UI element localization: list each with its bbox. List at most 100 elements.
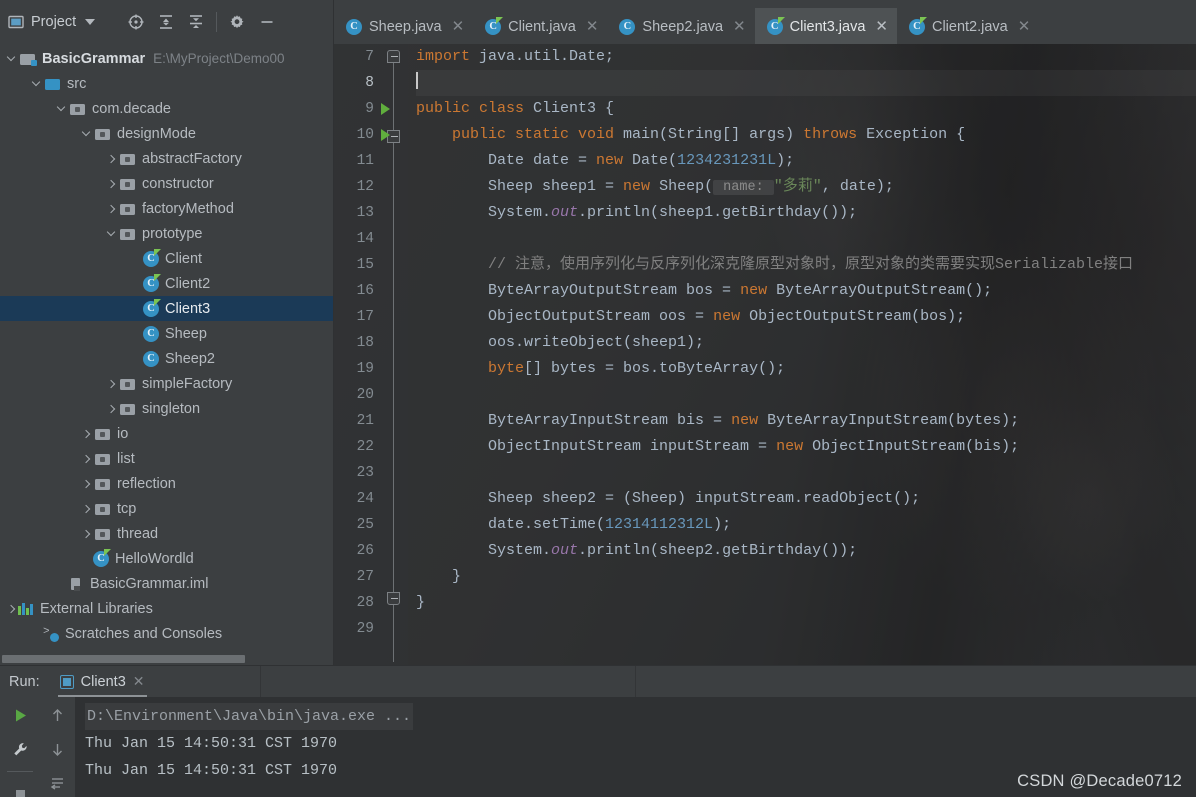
tree-item-abstractfactory[interactable]: abstractFactory (0, 146, 333, 171)
line-number[interactable]: 29 (334, 616, 380, 642)
tree-item-designmode[interactable]: designMode (0, 121, 333, 146)
code-line[interactable] (416, 70, 1196, 96)
chevron-right-icon[interactable] (79, 479, 93, 488)
tree-item-hellowordld[interactable]: C HelloWordld (0, 546, 333, 571)
code-line[interactable]: public static void main(String[] args) t… (416, 122, 1196, 148)
code-line[interactable]: oos.writeObject(sheep1); (416, 330, 1196, 356)
close-icon[interactable]: ✕ (133, 673, 145, 690)
line-number[interactable]: 23 (334, 460, 380, 486)
line-number[interactable]: 9 (334, 96, 380, 122)
tree-item-client3[interactable]: C Client3 (0, 296, 333, 321)
tree-item-scratches-and-consoles[interactable]: Scratches and Consoles (0, 621, 333, 646)
expand-all-icon[interactable] (151, 7, 181, 37)
scroll-down-button[interactable] (45, 737, 71, 761)
editor-tab-sheep2[interactable]: C Sheep2.java ✕ (607, 8, 754, 44)
code-line[interactable] (416, 460, 1196, 486)
tree-item-src[interactable]: src (0, 71, 333, 96)
chevron-down-icon[interactable] (4, 52, 18, 63)
line-number[interactable]: 25 (334, 512, 380, 538)
run-tab-client3[interactable]: Client3 ✕ (50, 666, 155, 697)
chevron-right-icon[interactable] (104, 154, 118, 163)
code-line[interactable]: public class Client3 { (416, 96, 1196, 122)
tree-item-singleton[interactable]: singleton (0, 396, 333, 421)
stop-button[interactable] (7, 782, 33, 797)
chevron-down-icon[interactable] (85, 19, 96, 25)
sidebar-horizontal-scrollbar[interactable] (0, 652, 333, 665)
chevron-right-icon[interactable] (79, 429, 93, 438)
code-line[interactable]: } (416, 564, 1196, 590)
editor-tab-sheep[interactable]: C Sheep.java ✕ (334, 8, 473, 44)
tree-item-sheep2[interactable]: C Sheep2 (0, 346, 333, 371)
code-line[interactable] (416, 382, 1196, 408)
code-text[interactable]: import java.util.Date; public class Clien… (408, 44, 1196, 665)
tree-item-client2[interactable]: C Client2 (0, 271, 333, 296)
line-number[interactable]: 22 (334, 434, 380, 460)
scroll-up-button[interactable] (45, 703, 71, 727)
code-line[interactable]: // 注意，使用序列化与反序列化深克隆原型对象时，原型对象的类需要实现Seria… (416, 252, 1196, 278)
tree-item-list[interactable]: list (0, 446, 333, 471)
fold-marker-method-end[interactable] (387, 592, 400, 605)
chevron-down-icon[interactable] (79, 127, 93, 138)
rerun-button[interactable] (7, 703, 33, 727)
run-gutter-icon[interactable] (376, 96, 394, 122)
line-number[interactable]: 27 (334, 564, 380, 590)
code-line[interactable]: byte[] bytes = bos.toByteArray(); (416, 356, 1196, 382)
code-line[interactable] (416, 226, 1196, 252)
close-icon[interactable]: ✕ (1018, 19, 1031, 34)
close-icon[interactable]: ✕ (733, 19, 746, 34)
tree-item-thread[interactable]: thread (0, 521, 333, 546)
code-line[interactable]: Date date = new Date(1234231231L); (416, 148, 1196, 174)
tree-item-io[interactable]: io (0, 421, 333, 446)
chevron-down-icon[interactable] (54, 102, 68, 113)
editor-gutter[interactable]: 7 8 9 10 11 12 13 14 15 16 17 18 19 20 21 22 23 24 25 26 27 2… (334, 44, 408, 665)
code-line[interactable]: ObjectOutputStream oos = new ObjectOutpu… (416, 304, 1196, 330)
line-number[interactable]: 14 (334, 226, 380, 252)
line-number[interactable]: 20 (334, 382, 380, 408)
chevron-right-icon[interactable] (79, 504, 93, 513)
code-line[interactable]: ByteArrayInputStream bis = new ByteArray… (416, 408, 1196, 434)
editor-tab-client2[interactable]: C Client2.java ✕ (897, 8, 1039, 44)
line-number[interactable]: 12 (334, 174, 380, 200)
line-number[interactable]: 8 (334, 70, 380, 96)
code-line[interactable]: ByteArrayOutputStream bos = new ByteArra… (416, 278, 1196, 304)
line-number[interactable]: 21 (334, 408, 380, 434)
close-icon[interactable]: ✕ (875, 19, 888, 34)
run-gutter-icon[interactable] (376, 122, 394, 148)
chevron-right-icon[interactable] (79, 529, 93, 538)
tree-item-external-libraries[interactable]: External Libraries (0, 596, 333, 621)
chevron-right-icon[interactable] (104, 404, 118, 413)
tree-item-simplefactory[interactable]: simpleFactory (0, 371, 333, 396)
line-number[interactable]: 24 (334, 486, 380, 512)
line-number[interactable]: 7 (334, 44, 380, 70)
line-number[interactable]: 15 (334, 252, 380, 278)
tree-item-constructor[interactable]: constructor (0, 171, 333, 196)
settings-wrench-button[interactable] (7, 737, 33, 761)
tree-item-basicgrammar-iml[interactable]: BasicGrammar.iml (0, 571, 333, 596)
code-line[interactable]: System.out.println(sheep2.getBirthday())… (416, 538, 1196, 564)
hide-panel-icon[interactable] (252, 7, 282, 37)
line-number[interactable]: 11 (334, 148, 380, 174)
tree-item-basicgrammar[interactable]: BasicGrammar E:\MyProject\Demo00 (0, 46, 333, 71)
editor-tab-client3[interactable]: C Client3.java ✕ (754, 8, 897, 44)
code-line[interactable]: } (416, 590, 1196, 616)
collapse-all-icon[interactable] (181, 7, 211, 37)
soft-wrap-button[interactable] (45, 771, 71, 795)
chevron-right-icon[interactable] (104, 379, 118, 388)
code-line[interactable] (416, 616, 1196, 642)
code-line[interactable]: System.out.println(sheep1.getBirthday())… (416, 200, 1196, 226)
chevron-right-icon[interactable] (4, 604, 18, 613)
line-number[interactable]: 16 (334, 278, 380, 304)
line-number[interactable]: 10 (334, 122, 380, 148)
close-icon[interactable]: ✕ (452, 19, 465, 34)
line-number[interactable]: 26 (334, 538, 380, 564)
chevron-right-icon[interactable] (104, 179, 118, 188)
project-tree[interactable]: BasicGrammar E:\MyProject\Demo00 src com.de… (0, 44, 333, 652)
line-number[interactable]: 28 (334, 590, 380, 616)
chevron-right-icon[interactable] (79, 454, 93, 463)
tree-item-sheep[interactable]: C Sheep (0, 321, 333, 346)
tree-item-prototype[interactable]: prototype (0, 221, 333, 246)
code-line[interactable]: ObjectInputStream inputStream = new Obje… (416, 434, 1196, 460)
code-line[interactable]: import java.util.Date; (416, 44, 1196, 70)
line-number[interactable]: 17 (334, 304, 380, 330)
tree-item-com-decade[interactable]: com.decade (0, 96, 333, 121)
